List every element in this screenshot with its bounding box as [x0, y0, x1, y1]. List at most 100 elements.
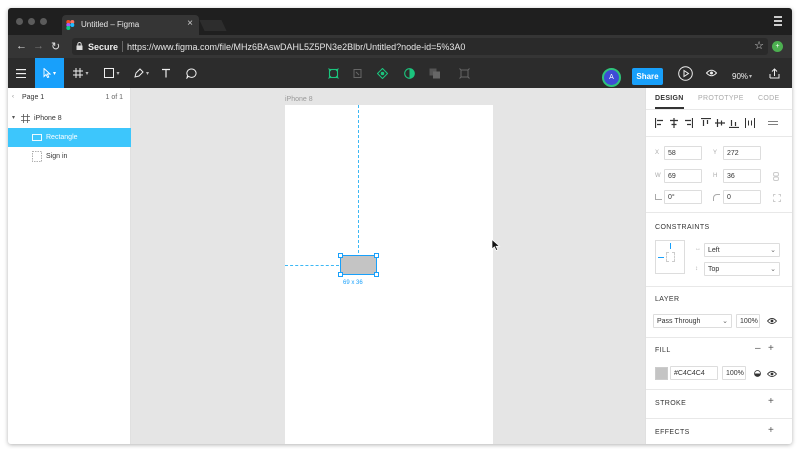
width-input[interactable]: 69: [664, 169, 702, 183]
fill-visibility-eye-icon[interactable]: [767, 370, 777, 378]
comment-tool-button[interactable]: [180, 58, 202, 88]
tab-design[interactable]: DESIGN: [655, 95, 684, 109]
browser-tab-bar: Untitled – Figma ×: [8, 8, 792, 35]
y-label: Y: [713, 150, 718, 156]
blend-drop-icon[interactable]: [754, 370, 761, 377]
layer-item-sign-in[interactable]: Sign in: [8, 147, 131, 166]
forward-arrow-icon[interactable]: →: [33, 40, 44, 52]
panel-divider: [646, 389, 792, 390]
reload-icon[interactable]: ↻: [51, 40, 60, 53]
pen-tool-button[interactable]: ▾: [128, 58, 155, 88]
horizontal-constraint-value: Left: [708, 247, 720, 254]
layer-opacity-input[interactable]: 100%: [736, 314, 760, 328]
play-icon: [677, 65, 693, 81]
fill-color-swatch[interactable]: [655, 367, 668, 380]
y-input[interactable]: 272: [723, 146, 761, 160]
union-button[interactable]: [426, 58, 444, 88]
horizontal-constraint-icon: ↔: [695, 246, 701, 252]
eye-icon: [705, 69, 717, 77]
stroke-section-title: STROKE: [655, 400, 687, 407]
main-menu-button[interactable]: [8, 58, 34, 88]
tab-close-icon[interactable]: ×: [187, 18, 193, 29]
remove-fill-icon[interactable]: –: [755, 343, 761, 354]
resize-handle-bottom-left[interactable]: [338, 272, 343, 277]
design-canvas[interactable]: iPhone 8 69 x 36: [131, 88, 645, 444]
rotation-input[interactable]: 0°: [664, 190, 702, 204]
layer-item-rectangle[interactable]: Rectangle: [8, 128, 131, 147]
height-input[interactable]: 36: [723, 169, 761, 183]
fill-contrast-button[interactable]: [401, 58, 417, 88]
resize-handle-bottom-right[interactable]: [374, 272, 379, 277]
url-field[interactable]: Secure https://www.figma.com/file/MHz6BA…: [72, 38, 768, 55]
boolean-group-button[interactable]: [374, 58, 390, 88]
add-effect-icon[interactable]: +: [768, 425, 774, 436]
add-fill-icon[interactable]: +: [768, 343, 774, 354]
tab-prototype[interactable]: PROTOTYPE: [698, 95, 744, 102]
frame-tool-caret-icon: ▾: [85, 70, 89, 77]
browser-user-icon[interactable]: [773, 15, 783, 27]
zoom-caret-icon[interactable]: ▾: [749, 73, 752, 80]
group-layer-icon: [32, 151, 42, 162]
constraint-left-indicator[interactable]: [658, 257, 664, 258]
align-top-icon[interactable]: [701, 118, 711, 128]
frame-tool-button[interactable]: ▾: [66, 58, 96, 88]
align-horizontal-center-icon[interactable]: [669, 118, 679, 128]
secure-label: Secure: [88, 42, 119, 52]
text-tool-button[interactable]: [157, 58, 175, 88]
export-button[interactable]: [766, 58, 782, 88]
layer-item-iphone-8[interactable]: ▾ iPhone 8: [8, 109, 131, 128]
crop-button[interactable]: [456, 58, 472, 88]
iphone-8-frame[interactable]: [285, 105, 493, 444]
constraint-top-indicator[interactable]: [670, 243, 671, 249]
align-vertical-center-icon[interactable]: [715, 118, 725, 128]
x-input[interactable]: 58: [664, 146, 702, 160]
tab-code[interactable]: CODE: [758, 95, 779, 102]
panel-divider: [646, 418, 792, 419]
align-bottom-icon[interactable]: [729, 118, 739, 128]
share-button[interactable]: Share: [632, 68, 663, 85]
horizontal-constraint-dropdown[interactable]: Left ⌄: [704, 243, 780, 257]
constrain-proportions-icon[interactable]: [773, 172, 779, 181]
browser-address-bar: ← → ↻ Secure https://www.figma.com/file/…: [8, 35, 792, 58]
layer-label: iPhone 8: [34, 115, 62, 122]
corner-radius-input[interactable]: 0: [723, 190, 761, 204]
vertical-constraint-icon: ↕: [695, 266, 698, 272]
page-selector[interactable]: ‹ Page 1 1 of 1: [8, 88, 131, 108]
present-button[interactable]: [675, 58, 695, 88]
align-right-icon[interactable]: [683, 118, 693, 128]
distribute-horizontal-icon[interactable]: [745, 118, 755, 128]
layer-visibility-eye-icon[interactable]: [767, 317, 777, 325]
expand-caret-icon[interactable]: ▾: [12, 114, 15, 121]
selected-rectangle[interactable]: [340, 255, 377, 275]
rectangle-layer-icon: [32, 134, 42, 141]
new-tab-button[interactable]: [199, 20, 227, 31]
add-stroke-icon[interactable]: +: [768, 396, 774, 407]
independent-corners-icon[interactable]: [773, 194, 781, 202]
blend-mode-dropdown[interactable]: Pass Through ⌄: [653, 314, 732, 328]
window-minimize-dot[interactable]: [28, 18, 35, 25]
create-component-button[interactable]: [325, 58, 341, 88]
resize-handle-top-right[interactable]: [374, 253, 379, 258]
window-close-dot[interactable]: [16, 18, 23, 25]
vertical-constraint-dropdown[interactable]: Top ⌄: [704, 262, 780, 276]
window-maximize-dot[interactable]: [40, 18, 47, 25]
move-tool-button[interactable]: ▾: [35, 58, 64, 88]
zoom-level[interactable]: 90%: [732, 72, 748, 81]
contrast-icon: [403, 67, 415, 79]
browser-tab[interactable]: Untitled – Figma ×: [62, 15, 199, 35]
user-avatar[interactable]: A: [602, 68, 621, 87]
resize-handle-top-left[interactable]: [338, 253, 343, 258]
x-label: X: [655, 150, 660, 156]
fill-opacity-input[interactable]: 100%: [722, 366, 746, 380]
extension-icon[interactable]: +: [772, 41, 783, 52]
fill-hex-input[interactable]: #C4C4C4: [670, 366, 718, 380]
shape-tool-button[interactable]: ▾: [98, 58, 126, 88]
constraints-widget[interactable]: [655, 240, 685, 274]
back-arrow-icon[interactable]: ←: [16, 40, 27, 52]
align-left-icon[interactable]: [655, 118, 665, 128]
view-settings-button[interactable]: [704, 58, 718, 88]
frame-label[interactable]: iPhone 8: [285, 96, 313, 103]
distribute-vertical-icon[interactable]: [768, 118, 778, 128]
bookmark-star-icon[interactable]: ☆: [754, 39, 764, 52]
mask-button[interactable]: [349, 58, 365, 88]
